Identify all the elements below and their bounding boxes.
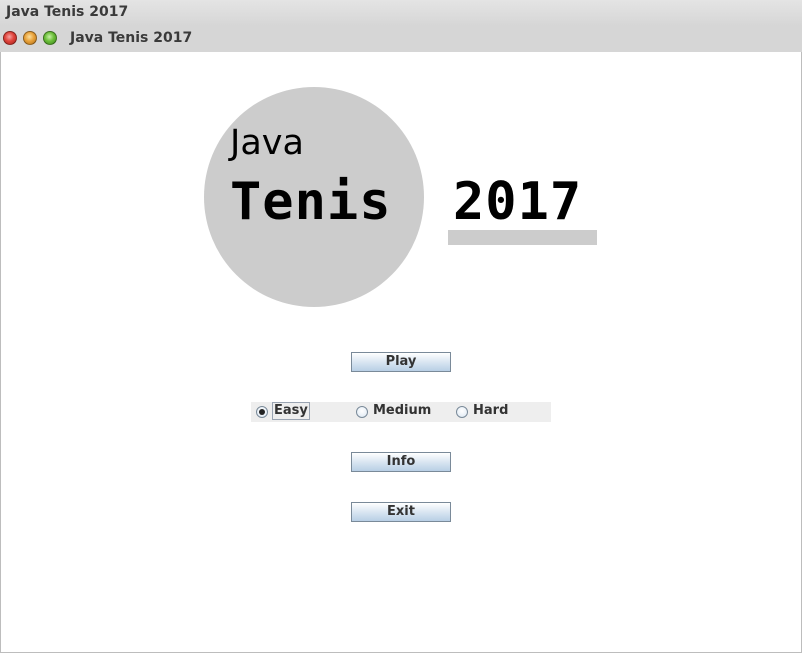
radio-hard-label[interactable]: Hard bbox=[472, 403, 509, 419]
maximize-icon[interactable] bbox=[43, 31, 57, 45]
radio-hard-indicator[interactable] bbox=[456, 406, 468, 418]
difficulty-radio-group: Easy Medium Hard bbox=[251, 402, 551, 422]
logo-java-text: Java bbox=[230, 123, 304, 163]
desktop-title: Java Tenis 2017 bbox=[6, 4, 129, 20]
radio-medium-indicator[interactable] bbox=[356, 406, 368, 418]
window-title-bar[interactable]: Java Tenis 2017 bbox=[0, 26, 802, 53]
logo-underline-bar bbox=[448, 230, 597, 245]
desktop-title-bar: Java Tenis 2017 bbox=[0, 0, 802, 26]
radio-easy-label[interactable]: Easy bbox=[272, 402, 310, 420]
exit-button[interactable]: Exit bbox=[351, 502, 451, 522]
close-icon[interactable] bbox=[3, 31, 17, 45]
logo-year-text: 2017 bbox=[453, 172, 583, 232]
minimize-icon[interactable] bbox=[23, 31, 37, 45]
radio-easy-indicator[interactable] bbox=[256, 406, 268, 418]
info-button[interactable]: Info bbox=[351, 452, 451, 472]
radio-easy[interactable]: Easy bbox=[256, 402, 326, 422]
play-button[interactable]: Play bbox=[351, 352, 451, 372]
app-window: Java Tenis 2017 Java Tenis 2017 Java Ten… bbox=[0, 0, 802, 653]
window-title: Java Tenis 2017 bbox=[70, 30, 193, 46]
main-panel: Java Tenis 2017 Play Easy Medium Hard In… bbox=[0, 52, 802, 653]
radio-hard[interactable]: Hard bbox=[456, 402, 526, 422]
logo-tenis-text: Tenis bbox=[230, 172, 392, 232]
radio-medium[interactable]: Medium bbox=[356, 402, 446, 422]
radio-medium-label[interactable]: Medium bbox=[372, 403, 432, 419]
